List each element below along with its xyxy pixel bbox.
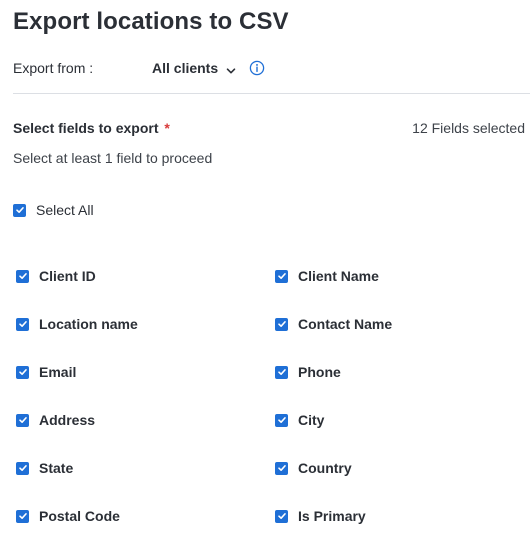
fields-heading-text: Select fields to export: [13, 120, 159, 136]
field-checkbox-client-id[interactable]: Client ID: [16, 268, 96, 284]
checkbox-checked-icon: [275, 269, 288, 283]
page-title: Export locations to CSV: [13, 8, 289, 35]
checkbox-checked-icon: [13, 203, 26, 217]
field-checkbox-state[interactable]: State: [16, 460, 73, 476]
required-marker: *: [164, 120, 170, 136]
field-checkbox-email[interactable]: Email: [16, 364, 76, 380]
checkbox-checked-icon: [16, 365, 29, 379]
checkbox-checked-icon: [16, 269, 29, 283]
field-label: City: [298, 412, 325, 428]
checkbox-checked-icon: [275, 317, 288, 331]
divider: [13, 93, 530, 94]
field-checkbox-phone[interactable]: Phone: [275, 364, 341, 380]
selected-count: 12 Fields selected: [412, 120, 525, 136]
field-label: Phone: [298, 364, 341, 380]
field-label: Contact Name: [298, 316, 393, 332]
checkbox-checked-icon: [16, 413, 29, 427]
chevron-down-icon: [226, 63, 236, 74]
client-select-dropdown[interactable]: All clients: [152, 58, 236, 78]
select-all-label: Select All: [36, 202, 94, 218]
field-checkbox-postal-code[interactable]: Postal Code: [16, 508, 120, 524]
field-label: Email: [39, 364, 77, 380]
export-from-label: Export from :: [13, 60, 94, 76]
fields-heading: Select fields to export *: [13, 120, 170, 136]
hint-text: Select at least 1 field to proceed: [13, 150, 213, 166]
checkbox-checked-icon: [16, 461, 29, 475]
info-icon[interactable]: [249, 60, 265, 76]
checkbox-checked-icon: [275, 413, 288, 427]
field-label: State: [39, 460, 74, 476]
field-label: Postal Code: [39, 508, 120, 524]
checkbox-checked-icon: [275, 461, 288, 475]
checkbox-checked-icon: [16, 509, 29, 523]
field-label: Country: [298, 460, 352, 476]
select-all-checkbox[interactable]: Select All: [13, 202, 94, 218]
checkbox-checked-icon: [275, 509, 288, 523]
checkbox-checked-icon: [16, 317, 29, 331]
client-select-value: All clients: [152, 60, 219, 76]
field-checkbox-client-name[interactable]: Client Name: [275, 268, 379, 284]
checkbox-checked-icon: [275, 365, 288, 379]
field-label: Location name: [39, 316, 138, 332]
field-checkbox-city[interactable]: City: [275, 412, 324, 428]
field-checkbox-country[interactable]: Country: [275, 460, 352, 476]
field-checkbox-contact-name[interactable]: Contact Name: [275, 316, 392, 332]
field-checkbox-address[interactable]: Address: [16, 412, 95, 428]
field-label: Is Primary: [298, 508, 366, 524]
export-from-row: Export from : All clients: [13, 58, 513, 78]
field-label: Address: [39, 412, 96, 428]
field-checkbox-is-primary[interactable]: Is Primary: [275, 508, 366, 524]
field-label: Client ID: [39, 268, 96, 284]
field-label: Client Name: [298, 268, 379, 284]
field-checkbox-location-name[interactable]: Location name: [16, 316, 138, 332]
